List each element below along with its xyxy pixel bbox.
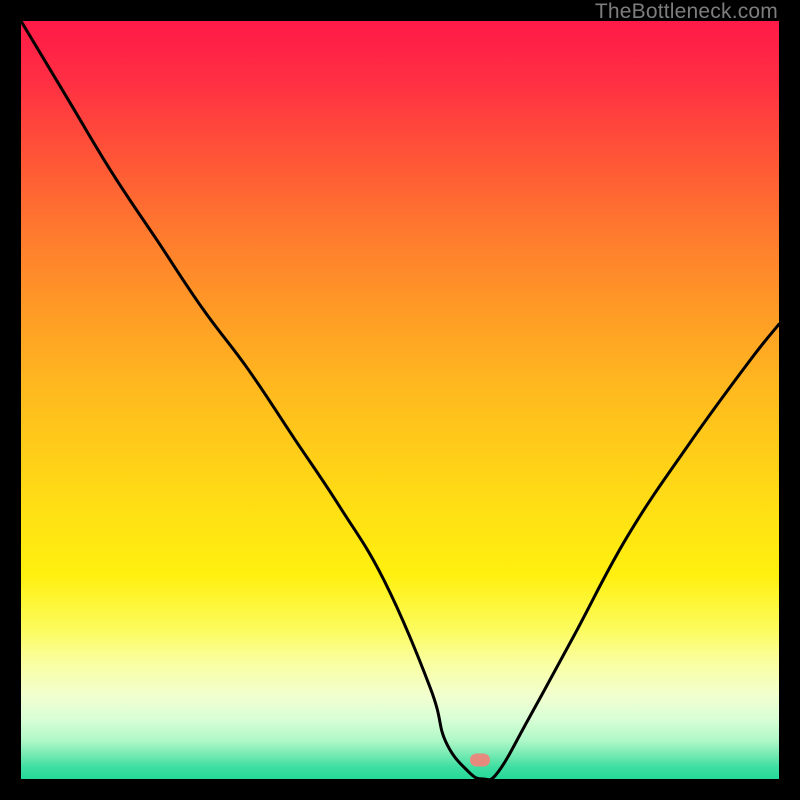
bottleneck-curve <box>21 21 779 779</box>
plot-area <box>21 21 779 779</box>
optimal-point-marker <box>470 754 490 767</box>
chart-frame: TheBottleneck.com <box>0 0 800 800</box>
